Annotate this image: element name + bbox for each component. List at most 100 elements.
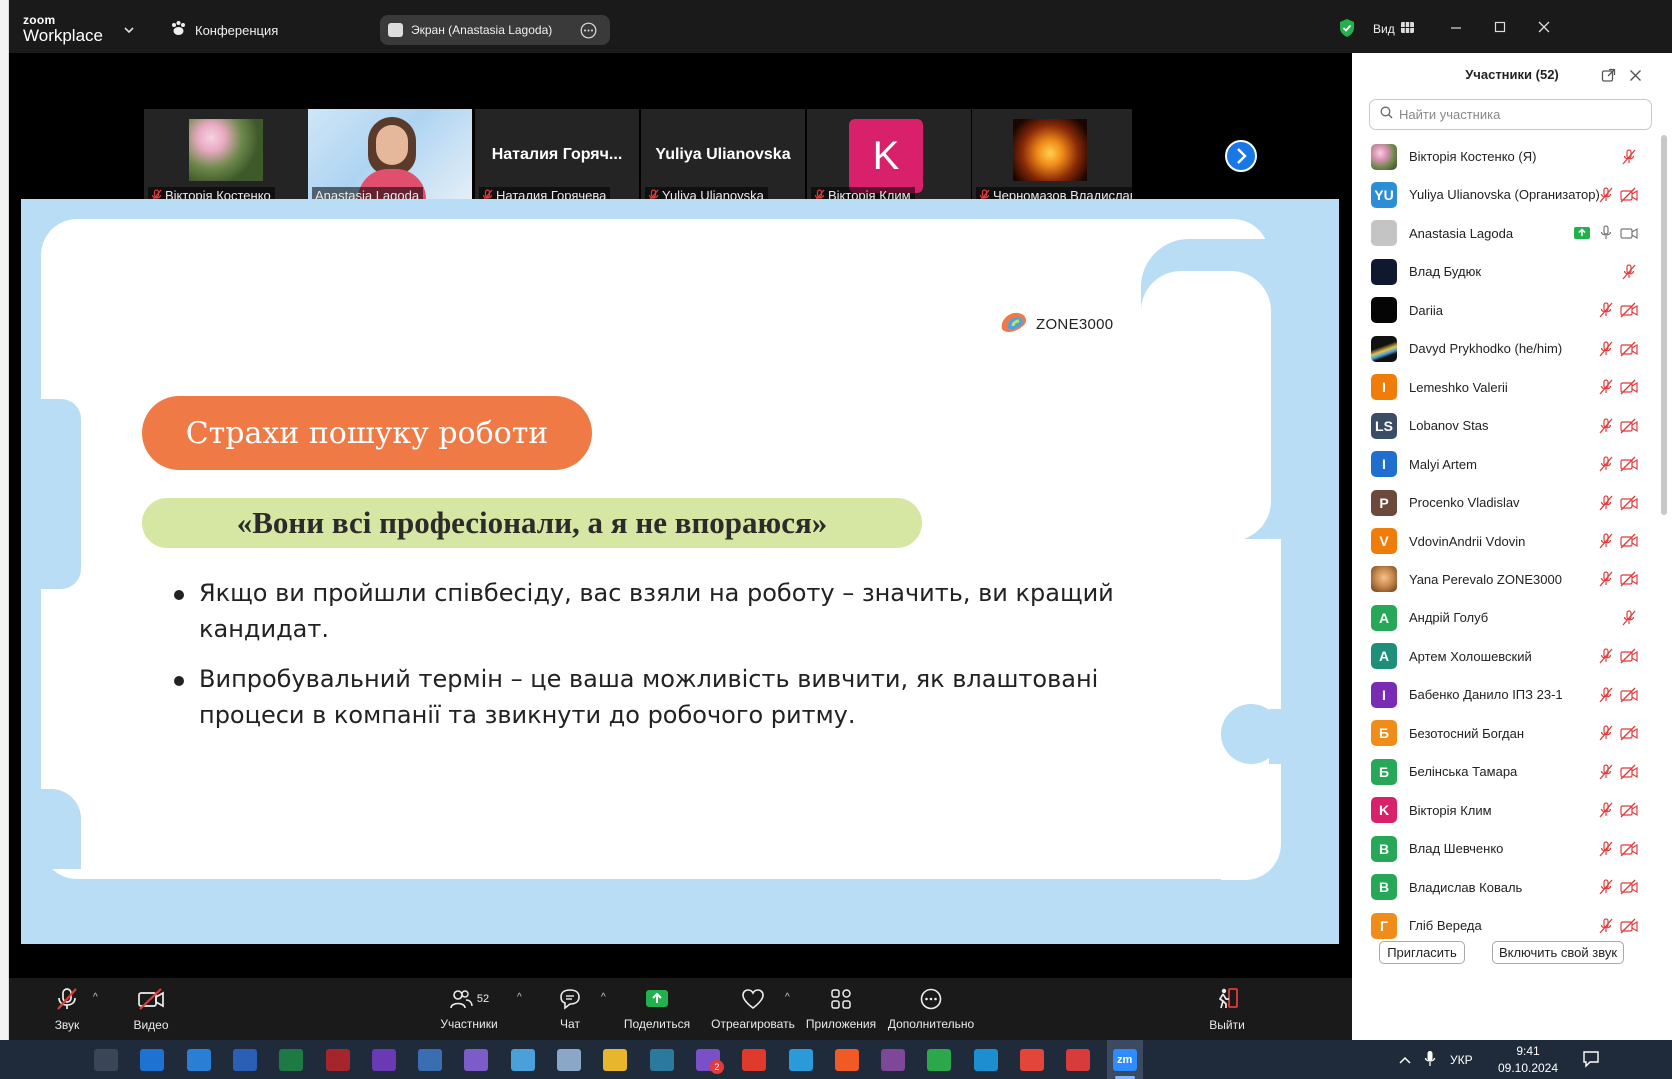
video-tile[interactable]: Вікторія Костенко [144, 109, 308, 207]
maximize-button[interactable] [1493, 20, 1507, 39]
participant-row[interactable]: Yana Perevalo ZONE3000 [1352, 559, 1657, 600]
video-off-icon[interactable] [1620, 187, 1638, 203]
video-tile[interactable]: Наталия Горяч... Наталия Горячева [475, 109, 639, 207]
video-off-icon[interactable] [1620, 379, 1638, 395]
share-screen-button[interactable]: Поделиться [619, 978, 695, 1040]
participant-list-scrollbar[interactable] [1661, 135, 1667, 515]
taskbar-app-globe-app[interactable] [644, 1040, 680, 1079]
taskbar-app-zoom[interactable]: zm [1106, 1040, 1143, 1079]
leave-button[interactable]: Выйти [1202, 978, 1252, 1040]
taskbar-app-wps-office[interactable] [736, 1040, 772, 1079]
participants-options-chevron[interactable]: ^ [517, 992, 522, 1003]
participants-button[interactable]: 52 Участники [429, 978, 509, 1040]
security-shield-icon[interactable] [1338, 18, 1356, 43]
video-tile[interactable]: Черномазов Владислав [972, 109, 1132, 207]
participant-row[interactable]: Б Безотосний Богдан [1352, 713, 1657, 754]
mic-muted-icon[interactable] [1597, 648, 1615, 664]
mic-muted-icon[interactable] [1597, 687, 1615, 703]
video-off-icon[interactable] [1620, 648, 1638, 664]
taskbar-app-brave[interactable] [829, 1040, 865, 1079]
participant-row[interactable]: YU Yuliya Ulianovska (Организатор) [1352, 174, 1657, 215]
video-tile[interactable]: Yuliya Ulianovska Yuliya Ulianovska [641, 109, 805, 207]
conference-menu[interactable]: Конференция [170, 20, 278, 41]
participant-row[interactable]: I Бабенко Данило ІПЗ 23-1 [1352, 674, 1657, 715]
participant-row[interactable]: A Андрій Голуб [1352, 597, 1657, 638]
participant-row[interactable]: LS Lobanov Stas [1352, 405, 1657, 446]
participant-search[interactable] [1369, 99, 1652, 130]
participant-row[interactable]: B Владислав Коваль [1352, 867, 1657, 908]
taskbar-app-tor[interactable] [875, 1040, 911, 1079]
notification-icon[interactable] [1582, 1050, 1600, 1073]
tray-chevron-up-icon[interactable] [1398, 1053, 1412, 1071]
participant-row[interactable]: I Lemeshko Valerii [1352, 367, 1657, 408]
video-off-icon[interactable] [1620, 725, 1638, 741]
input-language[interactable]: УКР [1450, 1053, 1473, 1067]
taskbar-app-network-tool[interactable] [412, 1040, 448, 1079]
mic-muted-icon[interactable] [1620, 148, 1638, 165]
close-window-button[interactable] [1537, 20, 1551, 39]
mic-muted-icon[interactable] [1597, 302, 1615, 318]
participant-row[interactable]: Влад Будюк [1352, 251, 1657, 292]
taskbar-app-store[interactable] [181, 1040, 217, 1079]
taskbar-app-red-app[interactable] [1060, 1040, 1096, 1079]
participant-row[interactable]: Б Белінська Тамара [1352, 751, 1657, 792]
audio-button[interactable]: Звук [39, 978, 95, 1040]
taskbar-app-paint[interactable] [505, 1040, 541, 1079]
view-menu[interactable]: Вид [1373, 20, 1414, 38]
video-off-icon[interactable] [1620, 571, 1638, 587]
participant-row[interactable]: Dariia [1352, 290, 1657, 331]
mic-muted-icon[interactable] [1597, 802, 1615, 818]
mic-muted-icon[interactable] [1597, 379, 1615, 395]
participant-row[interactable]: Davyd Prykhodko (he/him) [1352, 328, 1657, 369]
taskbar-app-excel[interactable] [273, 1040, 309, 1079]
react-button[interactable]: Отреагировать [707, 978, 799, 1040]
apps-button[interactable]: Приложения [801, 978, 881, 1040]
taskbar-app-task-view[interactable] [88, 1040, 124, 1079]
taskbar-app-edge[interactable] [968, 1040, 1004, 1079]
more-button[interactable]: Дополнительно [883, 978, 979, 1040]
taskbar-app-file-tool[interactable] [551, 1040, 587, 1079]
mic-muted-icon[interactable] [1597, 725, 1615, 741]
react-options-chevron[interactable]: ^ [785, 992, 790, 1003]
video-off-icon[interactable] [1620, 687, 1638, 703]
mic-muted-icon[interactable] [1597, 418, 1615, 434]
taskbar-app-chrome[interactable] [1014, 1040, 1050, 1079]
taskbar-app-quill[interactable] [458, 1040, 494, 1079]
popout-icon[interactable] [1601, 68, 1616, 88]
mic-muted-icon[interactable] [1597, 533, 1615, 549]
clock-date[interactable]: 09.10.2024 [1493, 1061, 1563, 1075]
mic-muted-icon[interactable] [1597, 571, 1615, 587]
minimize-button[interactable] [1449, 20, 1463, 39]
chat-button[interactable]: Чат [545, 978, 595, 1040]
video-off-icon[interactable] [1620, 495, 1638, 511]
video-off-icon[interactable] [1620, 841, 1638, 857]
mic-muted-icon[interactable] [1597, 456, 1615, 472]
taskbar-app-viber[interactable]: 2 [690, 1040, 726, 1079]
more-options-icon[interactable] [580, 22, 597, 44]
mic-icon[interactable] [1597, 225, 1615, 241]
invite-button[interactable]: Пригласить [1379, 941, 1465, 964]
participant-row[interactable]: A Артем Холошевский [1352, 636, 1657, 677]
video-off-icon[interactable] [1620, 802, 1638, 818]
mic-muted-icon[interactable] [1597, 341, 1615, 357]
video-tile[interactable]: Anastasia Lagoda [308, 109, 472, 207]
video-off-icon[interactable] [1620, 918, 1638, 934]
participant-row[interactable]: P Procenko Vladislav [1352, 482, 1657, 523]
participant-row[interactable]: V VdovinAndrii Vdovin [1352, 521, 1657, 562]
mic-muted-icon[interactable] [1620, 264, 1638, 280]
participant-row[interactable]: Anastasia Lagoda [1352, 213, 1657, 254]
video-off-icon[interactable] [1620, 341, 1638, 357]
mic-muted-icon[interactable] [1597, 879, 1615, 895]
mic-muted-icon[interactable] [1597, 187, 1615, 203]
video-off-icon[interactable] [1620, 879, 1638, 895]
participant-row[interactable]: B Влад Шевченко [1352, 828, 1657, 869]
taskbar-app-word[interactable] [227, 1040, 263, 1079]
participant-search-input[interactable] [1399, 107, 1639, 122]
mic-muted-icon[interactable] [1597, 764, 1615, 780]
video-off-icon[interactable] [1620, 302, 1638, 318]
mic-muted-icon[interactable] [1597, 917, 1615, 934]
taskbar-app-telegram[interactable] [783, 1040, 819, 1079]
video-off-icon[interactable] [1620, 764, 1638, 780]
mic-muted-icon[interactable] [1620, 610, 1638, 626]
clock-time[interactable]: 9:41 [1501, 1044, 1555, 1058]
